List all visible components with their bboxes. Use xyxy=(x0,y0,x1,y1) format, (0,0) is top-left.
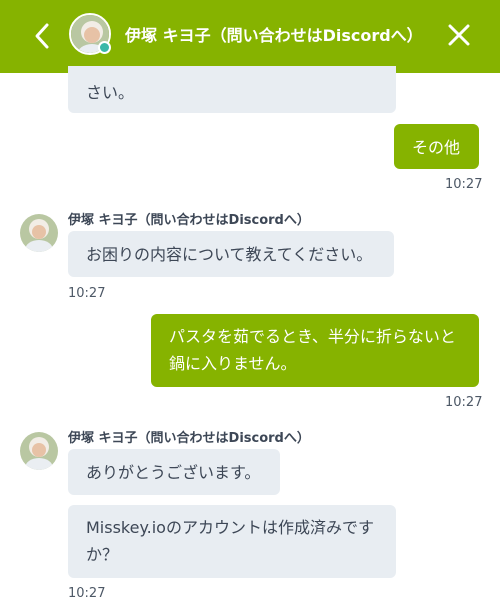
message-bubble: Misskey.ioのアカウントは作成済みです か？ xyxy=(68,505,396,578)
message-time: 10:27 xyxy=(68,286,106,301)
message-bubble: その他 xyxy=(394,124,479,169)
message-time: 10:27 xyxy=(68,586,106,601)
chat-header: 伊塚 キヨ子（問い合わせはDiscordへ） xyxy=(0,0,500,73)
message-text-line: Misskey.ioのアカウントは作成済みです xyxy=(86,518,374,537)
message-text-line: 鍋に入りません。 xyxy=(169,354,297,373)
message-bubble: お困りの内容について教えてください。 xyxy=(68,231,394,277)
message-text: さい。 xyxy=(86,83,135,102)
message-text: ありがとうございます。 xyxy=(86,463,261,482)
message-time: 10:27 xyxy=(445,395,483,410)
message-bubble: パスタを茹でるとき、半分に折らないと 鍋に入りません。 xyxy=(151,314,479,387)
chat-title: 伊塚 キヨ子（問い合わせはDiscordへ） xyxy=(125,26,423,45)
message-text: お困りの内容について教えてください。 xyxy=(86,245,373,264)
online-status-indicator xyxy=(98,41,111,54)
message-text-line: パスタを茹でるとき、半分に折らないと xyxy=(169,327,456,346)
message-bubble: ありがとうございます。 xyxy=(68,449,280,495)
sender-name[interactable]: 伊塚 キヨ子（問い合わせはDiscordへ） xyxy=(68,209,310,228)
sender-avatar[interactable] xyxy=(20,214,58,252)
message-bubble: さい。 xyxy=(68,66,396,113)
sender-name[interactable]: 伊塚 キヨ子（問い合わせはDiscordへ） xyxy=(68,427,310,446)
close-icon xyxy=(448,24,470,46)
sender-avatar[interactable] xyxy=(20,432,58,470)
message-time: 10:27 xyxy=(445,177,483,192)
message-text-line: か？ xyxy=(86,545,119,564)
chevron-left-icon xyxy=(35,23,49,49)
close-button[interactable] xyxy=(444,20,474,50)
back-button[interactable] xyxy=(24,20,60,52)
message-text: その他 xyxy=(412,138,461,157)
